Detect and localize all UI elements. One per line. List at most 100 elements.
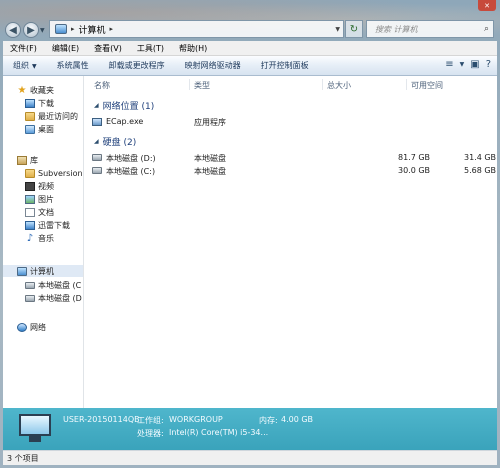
subversion-folder-icon — [25, 168, 35, 178]
nav-thunder-label: 迅雷下载 — [38, 220, 70, 230]
menu-help[interactable]: 帮助(H) — [172, 43, 215, 54]
item-type: 应用程序 — [194, 118, 226, 127]
computer-name: USER-20150114QB — [63, 415, 140, 424]
column-header-type[interactable]: 类型 — [194, 80, 210, 91]
nav-libraries[interactable]: 库 — [17, 154, 38, 166]
menu-view[interactable]: 查看(V) — [87, 43, 130, 54]
nav-music-label: 音乐 — [38, 233, 54, 243]
forward-button[interactable]: ▶ — [23, 22, 39, 38]
breadcrumb-computer[interactable]: 计算机 — [79, 23, 106, 36]
list-item-drive-c[interactable]: 本地磁盘 (C:) 本地磁盘 30.0 GB 5.68 GB — [92, 165, 496, 177]
chevron-down-icon: ▼ — [32, 63, 37, 70]
nav-subversion[interactable]: Subversion — [25, 167, 83, 179]
back-button[interactable]: ◀ — [5, 22, 21, 38]
nav-downloads[interactable]: 下载 — [25, 97, 54, 109]
monitor-stand — [29, 436, 41, 442]
refresh-button[interactable]: ↻ — [345, 20, 363, 38]
nav-drive-c-label: 本地磁盘 (C — [38, 280, 82, 290]
thunder-download-icon — [25, 220, 35, 230]
nav-videos[interactable]: 视频 — [25, 180, 54, 192]
desktop-icon — [25, 124, 35, 134]
nav-recent-label: 最近访问的 — [38, 111, 78, 121]
collapse-triangle-icon: ◢ — [94, 137, 99, 145]
nav-videos-label: 视频 — [38, 181, 54, 191]
nav-thunder-downloads[interactable]: 迅雷下载 — [25, 219, 70, 231]
menu-bar: 文件(F) 编辑(E) 查看(V) 工具(T) 帮助(H) — [3, 41, 497, 56]
column-separator[interactable] — [406, 79, 407, 90]
item-count: 3 个项目 — [7, 453, 39, 463]
address-dropdown-icon[interactable]: ▼ — [335, 26, 340, 33]
nav-network-label: 网络 — [30, 322, 46, 332]
nav-libraries-label: 库 — [30, 155, 38, 165]
nav-desktop[interactable]: 桌面 — [25, 123, 54, 135]
status-bar: 3 个项目 — [3, 450, 497, 465]
column-header-free-space[interactable]: 可用空间 — [411, 80, 443, 91]
drive-icon — [25, 294, 35, 302]
document-icon — [25, 207, 35, 217]
menu-tools[interactable]: 工具(T) — [130, 43, 172, 54]
application-icon — [92, 118, 102, 126]
command-bar: 组织 ▼ 系统属性 卸载或更改程序 映射网络驱动器 打开控制面板 ≡ ▼ ▣ ? — [3, 56, 497, 76]
nav-network[interactable]: 网络 — [17, 321, 46, 333]
history-dropdown-icon[interactable]: ▼ — [40, 27, 45, 34]
map-network-drive-button[interactable]: 映射网络驱动器 — [175, 60, 251, 71]
nav-drive-d-label: 本地磁盘 (D — [38, 293, 82, 303]
nav-recent-places[interactable]: 最近访问的 — [25, 110, 78, 122]
memory-label: 内存: — [259, 416, 278, 425]
computer-large-icon — [17, 414, 53, 444]
nav-downloads-label: 下载 — [38, 98, 54, 108]
explorer-window: ✕ ◀ ▶ ▼ ▸ 计算机 ▸ ▼ ↻ 搜索 计算机 ⌕ 文件(F) 编辑(E)… — [0, 0, 500, 468]
cpu-value: Intel(R) Core(TM) i5-34... — [169, 428, 269, 437]
workgroup-value: WORKGROUP — [169, 415, 223, 424]
nav-favorites[interactable]: ★ 收藏夹 — [17, 84, 54, 96]
menu-edit[interactable]: 编辑(E) — [45, 43, 87, 54]
system-properties-button[interactable]: 系统属性 — [47, 60, 99, 71]
column-header-total-size[interactable]: 总大小 — [327, 80, 351, 91]
windows-drive-icon — [92, 167, 102, 174]
search-box[interactable]: 搜索 计算机 ⌕ — [366, 20, 494, 38]
search-icon[interactable]: ⌕ — [484, 24, 489, 34]
title-bar: ✕ ◀ ▶ ▼ ▸ 计算机 ▸ ▼ ↻ 搜索 计算机 ⌕ — [0, 0, 500, 40]
column-separator[interactable] — [189, 79, 190, 90]
forward-arrow-icon: ▶ — [27, 24, 35, 36]
menu-file[interactable]: 文件(F) — [3, 43, 45, 54]
drive-icon — [92, 154, 102, 161]
view-options-icon[interactable]: ≡ — [445, 59, 453, 71]
nav-documents[interactable]: 文档 — [25, 206, 54, 218]
column-header-name[interactable]: 名称 — [94, 80, 110, 91]
view-dropdown-icon[interactable]: ▼ — [460, 59, 465, 71]
open-control-panel-button[interactable]: 打开控制面板 — [251, 60, 319, 71]
group-hard-drives-label: 硬盘 (2) — [102, 137, 137, 148]
item-name: ECap.exe — [106, 117, 144, 126]
nav-drive-c[interactable]: 本地磁盘 (C — [25, 279, 81, 291]
group-network-locations[interactable]: ◢ 网络位置 (1) — [94, 99, 154, 112]
nav-pictures-label: 图片 — [38, 194, 54, 204]
organize-button[interactable]: 组织 ▼ — [3, 60, 47, 71]
address-separator-2[interactable]: ▸ — [110, 25, 114, 33]
downloads-folder-icon — [25, 98, 35, 108]
preview-pane-icon[interactable]: ▣ — [470, 59, 479, 71]
help-icon[interactable]: ? — [486, 59, 491, 71]
picture-icon — [25, 194, 35, 204]
uninstall-program-button[interactable]: 卸载或更改程序 — [99, 60, 175, 71]
item-type: 本地磁盘 — [194, 167, 226, 176]
toolbar-view-controls: ≡ ▼ ▣ ? — [445, 59, 491, 71]
close-window-button[interactable]: ✕ — [478, 0, 496, 11]
item-total-size: 81.7 GB — [398, 153, 431, 162]
nav-pictures[interactable]: 图片 — [25, 193, 54, 205]
collapse-triangle-icon: ◢ — [94, 101, 99, 109]
column-separator[interactable] — [322, 79, 323, 90]
group-hard-drives[interactable]: ◢ 硬盘 (2) — [94, 135, 137, 148]
search-placeholder[interactable]: 搜索 计算机 — [375, 24, 418, 35]
library-icon — [17, 155, 27, 165]
nav-computer[interactable]: 计算机 — [3, 265, 83, 277]
computer-icon — [17, 266, 27, 276]
address-bar[interactable]: ▸ 计算机 ▸ ▼ — [49, 20, 344, 38]
nav-drive-d[interactable]: 本地磁盘 (D — [25, 292, 82, 304]
nav-music[interactable]: ♪ 音乐 — [25, 232, 54, 244]
list-item-drive-d[interactable]: 本地磁盘 (D:) 本地磁盘 81.7 GB 31.4 GB — [92, 152, 496, 164]
item-free-space: 31.4 GB — [464, 153, 497, 162]
list-item-ecap[interactable]: ECap.exe 应用程序 — [92, 116, 492, 128]
organize-label: 组织 — [13, 61, 29, 70]
address-separator: ▸ — [71, 25, 75, 33]
